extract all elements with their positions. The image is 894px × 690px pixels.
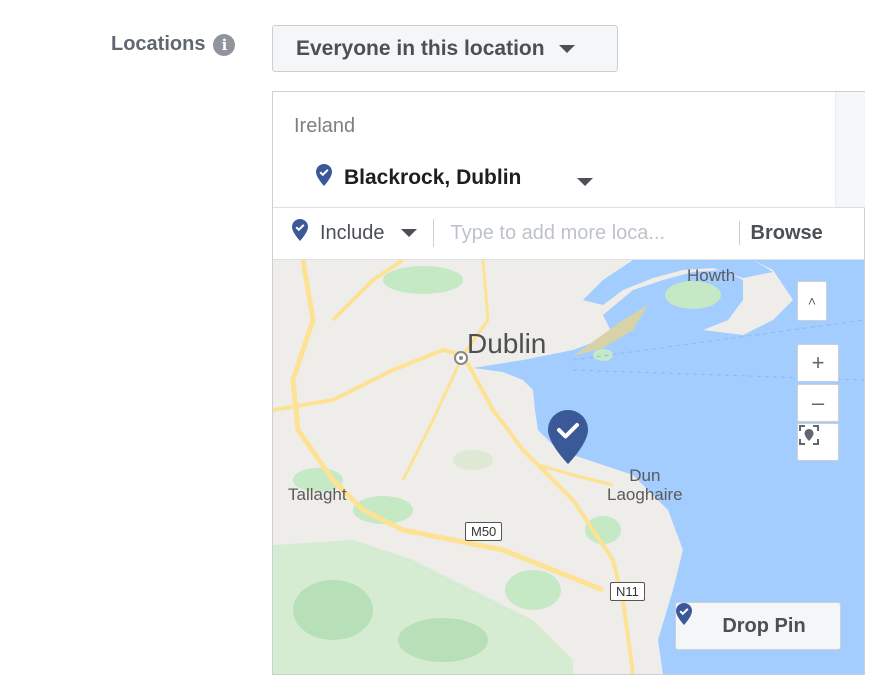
map-label-tallaght: Tallaght [288,485,347,504]
locations-label-text: Locations [111,33,206,55]
map-label-dublin: Dublin [467,328,547,359]
drop-pin-button[interactable]: Drop Pin [675,602,841,650]
selected-locations-list: Ireland Blackrock, Dublin [273,92,835,208]
info-icon[interactable]: i [213,33,236,56]
location-pin-icon [292,219,308,247]
audience-type-dropdown[interactable]: Everyone in this location [272,25,618,72]
country-heading: Ireland [294,115,356,137]
map-collapse-button[interactable]: ˄ [797,281,827,321]
location-search-row: Include Browse [273,207,864,260]
include-exclude-dropdown[interactable]: Include [273,207,417,259]
map-label-laoghaire: Laoghaire [607,485,683,504]
locate-icon [799,425,819,445]
location-options-chevron-icon[interactable] [577,178,593,186]
map-label-dun-laoghaire: Dun Laoghaire [607,466,683,504]
map-label-howth: Howth [687,266,736,285]
selected-location-name: Blackrock, Dublin [344,166,522,189]
road-label-m50: M50 [465,522,503,541]
zoom-out-button[interactable]: – [797,384,839,422]
locations-label: Locations i [111,33,236,56]
location-map[interactable]: Dublin Howth Tallaght Dun Laoghaire M50 … [273,260,864,674]
divider [432,219,434,247]
divider [738,221,740,245]
location-panel: Ireland Blackrock, Dublin Include Browse [272,91,865,675]
map-label-dun: Dun [629,466,661,485]
chevron-down-icon [400,229,417,237]
selected-location-item[interactable]: Blackrock, Dublin [316,164,521,192]
location-pin-icon [316,164,332,192]
drop-pin-label: Drop Pin [722,614,806,637]
zoom-in-button[interactable]: + [797,344,839,382]
fit-bounds-button[interactable] [797,423,839,461]
browse-button[interactable]: Browse [751,222,823,245]
road-label-n11: N11 [610,582,645,601]
location-search-input[interactable] [448,220,735,246]
include-label: Include [320,221,385,244]
audience-type-value: Everyone in this location [296,36,545,60]
scrollbar[interactable] [835,92,865,208]
chevron-down-icon [558,44,575,53]
